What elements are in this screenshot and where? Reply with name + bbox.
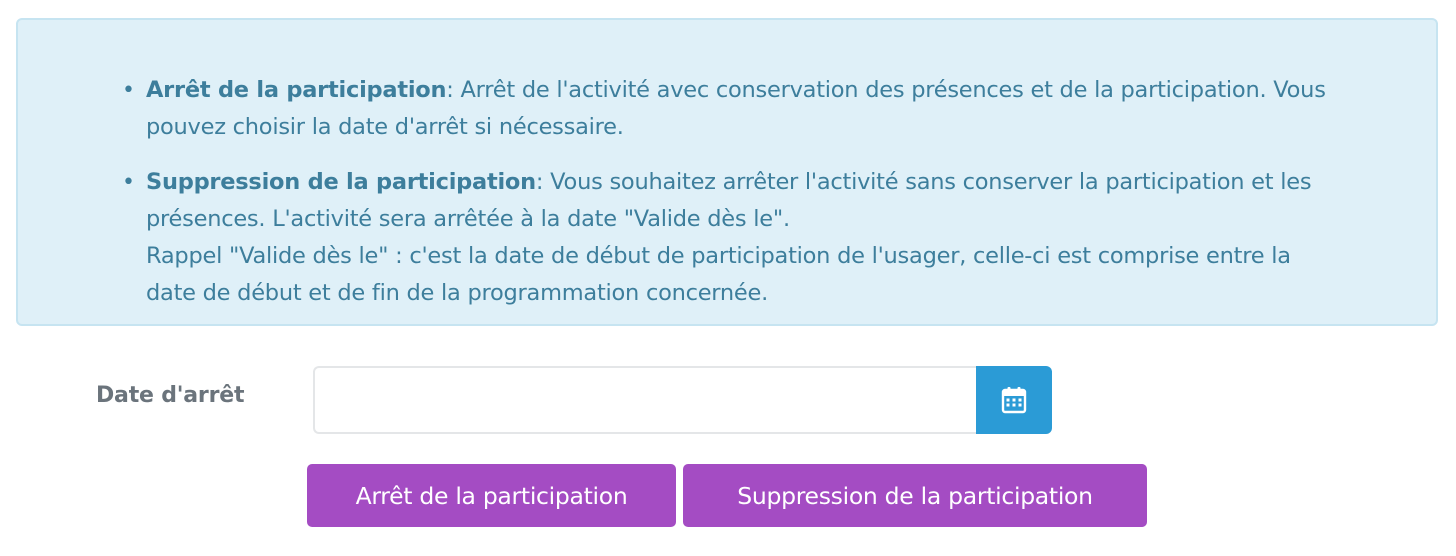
calendar-button[interactable]	[976, 366, 1052, 434]
info-item-text: Rappel "Valide dès le" : c'est la date d…	[146, 243, 1291, 269]
bullet-icon: •	[122, 78, 135, 103]
stop-participation-button[interactable]: Arrêt de la participation	[307, 464, 676, 527]
info-list: • Arrêt de la participation: Arrêt de l'…	[122, 72, 1418, 312]
info-item-text: : Vous souhaitez arrêter l'activité sans…	[535, 169, 1312, 195]
bullet-icon: •	[122, 170, 135, 195]
info-item-text: : Arrêt de l'activité avec conservation …	[446, 77, 1326, 103]
info-item-stop: • Arrêt de la participation: Arrêt de l'…	[122, 72, 1418, 146]
info-alert: • Arrêt de la participation: Arrêt de l'…	[16, 18, 1438, 326]
info-item-text: pouvez choisir la date d'arrêt si nécess…	[146, 114, 624, 140]
info-item-title: Suppression de la participation	[146, 169, 536, 195]
info-item-delete: • Suppression de la participation: Vous …	[122, 164, 1418, 312]
date-label: Date d'arrêt	[96, 383, 245, 408]
calendar-icon	[1001, 387, 1027, 414]
info-item-text: date de début et de fin de la programmat…	[146, 280, 769, 306]
date-input[interactable]	[313, 366, 977, 434]
delete-participation-button[interactable]: Suppression de la participation	[683, 464, 1147, 527]
info-item-text: présences. L'activité sera arrêtée à la …	[146, 206, 790, 232]
info-item-title: Arrêt de la participation	[146, 77, 447, 103]
